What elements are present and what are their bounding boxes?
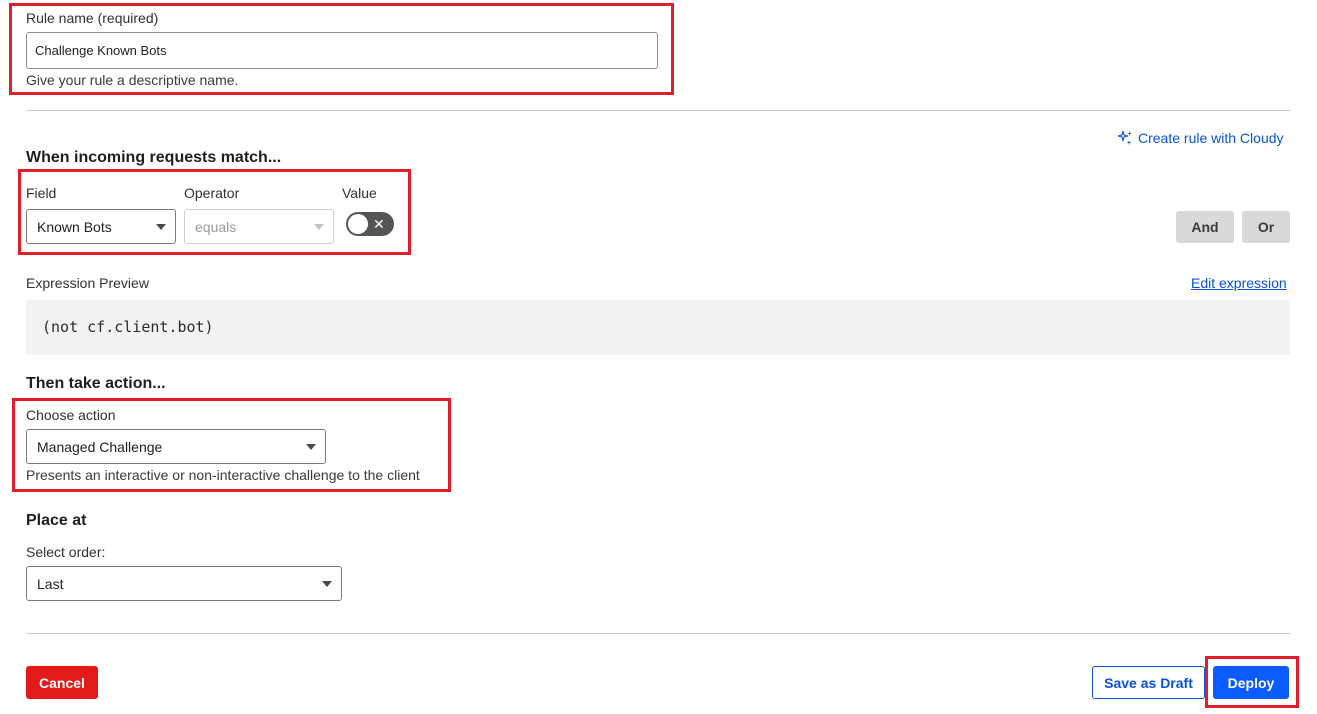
- deploy-button[interactable]: Deploy: [1213, 666, 1289, 699]
- toggle-knob: [348, 214, 368, 234]
- cancel-button[interactable]: Cancel: [26, 666, 98, 699]
- close-icon: ✕: [373, 216, 385, 232]
- chevron-down-icon: [322, 581, 332, 587]
- field-select[interactable]: Known Bots: [26, 209, 176, 244]
- or-button[interactable]: Or: [1242, 211, 1290, 243]
- rule-name-input[interactable]: [26, 32, 658, 69]
- place-at-heading: Place at: [26, 512, 87, 529]
- chevron-down-icon: [314, 224, 324, 230]
- section-divider: [26, 110, 1290, 111]
- footer-divider: [26, 633, 1290, 634]
- expression-preview-label: Expression Preview: [26, 275, 149, 291]
- operator-select: equals: [184, 209, 334, 244]
- value-label: Value: [342, 185, 377, 201]
- save-as-draft-button[interactable]: Save as Draft: [1092, 666, 1205, 699]
- rule-name-label: Rule name (required): [26, 10, 159, 26]
- operator-select-value: equals: [195, 218, 237, 235]
- expression-preview: (not cf.client.bot): [26, 300, 1290, 355]
- action-heading: Then take action...: [26, 375, 166, 392]
- chevron-down-icon: [306, 444, 316, 450]
- value-toggle[interactable]: ✕: [346, 212, 394, 236]
- edit-expression-link[interactable]: Edit expression: [1191, 275, 1287, 291]
- action-select-value: Managed Challenge: [37, 438, 163, 455]
- field-label: Field: [26, 185, 57, 201]
- rule-name-hint: Give your rule a descriptive name.: [26, 72, 239, 88]
- action-hint: Presents an interactive or non-interacti…: [26, 467, 420, 483]
- create-with-cloudy-link[interactable]: Create rule with Cloudy: [1117, 130, 1284, 146]
- chevron-down-icon: [156, 224, 166, 230]
- and-button[interactable]: And: [1176, 211, 1234, 243]
- sparkle-icon: [1117, 130, 1132, 145]
- order-select[interactable]: Last: [26, 566, 342, 601]
- action-select[interactable]: Managed Challenge: [26, 429, 326, 464]
- operator-label: Operator: [184, 185, 240, 201]
- match-heading: When incoming requests match...: [26, 149, 282, 166]
- cloudy-link-label: Create rule with Cloudy: [1138, 130, 1284, 146]
- field-select-value: Known Bots: [37, 218, 112, 235]
- choose-action-label: Choose action: [26, 407, 116, 423]
- select-order-label: Select order:: [26, 544, 106, 560]
- order-select-value: Last: [37, 575, 64, 592]
